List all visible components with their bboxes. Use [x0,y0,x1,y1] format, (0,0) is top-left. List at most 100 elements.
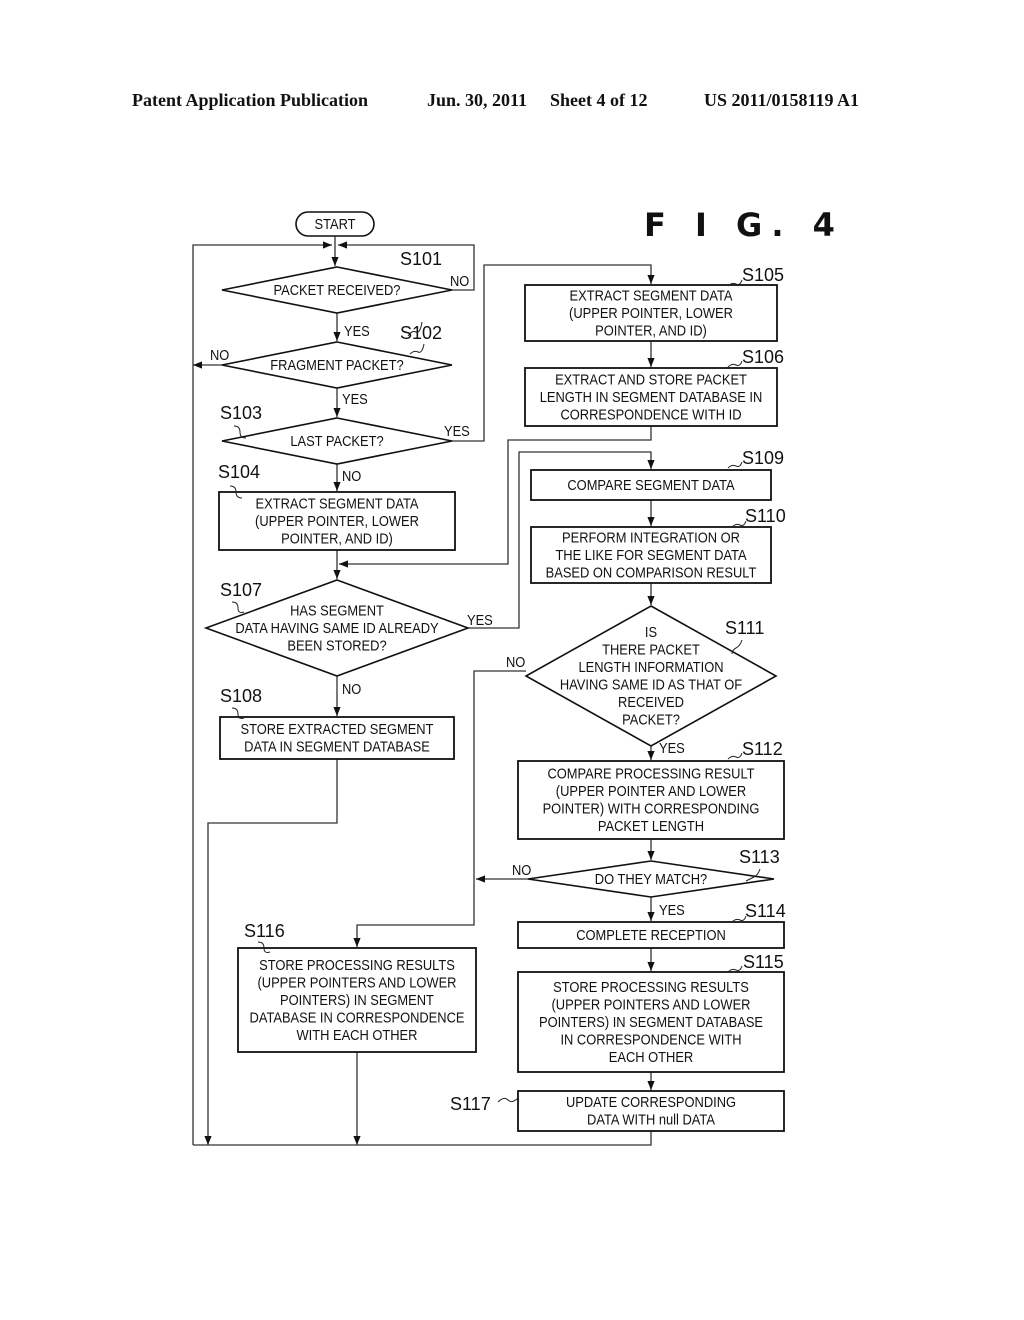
edge-label-s111-no: NO [506,653,525,670]
edge-label-s101-yes: YES [344,322,370,339]
edge-label-s101-no: NO [450,272,469,289]
step-leader [731,520,747,528]
node-s114: COMPLETE RECEPTION [517,921,785,949]
node-s104: EXTRACT SEGMENT DATA(UPPER POINTER, LOWE… [218,491,456,551]
node-text-line: (UPPER POINTER, LOWER [569,304,733,321]
step-leader [727,360,743,368]
step-leader [731,915,747,923]
node-start: START [295,211,375,237]
node-text-line: STORE EXTRACTED SEGMENT [240,720,433,737]
node-text-line: (UPPER POINTERS AND LOWER [552,996,751,1013]
step-leader [727,752,743,760]
node-text-line: POINTER, AND ID) [595,322,707,339]
edge-label-s102-yes: YES [342,390,368,407]
edge-label-s107-yes: YES [467,611,493,628]
node-text-line: PACKET RECEIVED? [274,281,401,298]
node-text-line: STORE PROCESSING RESULTS [553,978,749,995]
edge-label-s103-no: NO [342,467,361,484]
node-text-line: CORRESPONDENCE WITH ID [560,406,741,423]
node-s117: UPDATE CORRESPONDINGDATA WITH null DATA [517,1090,785,1132]
node-text-line: EXTRACT SEGMENT DATA [570,287,734,304]
node-s102: FRAGMENT PACKET? [221,341,453,389]
node-text-line: POINTERS) IN SEGMENT DATABASE [539,1013,763,1030]
node-text-line: PACKET? [622,711,680,728]
edge-s117-return [193,1131,652,1146]
node-text-line: DATA IN SEGMENT DATABASE [244,738,430,755]
step-leader [497,1097,519,1103]
step-label-s107: S107 [220,580,262,600]
node-text-line: LENGTH IN SEGMENT DATABASE IN [540,388,763,405]
node-text-line: POINTER, AND ID) [281,530,393,547]
node-s106: EXTRACT AND STORE PACKETLENGTH IN SEGMEN… [524,367,778,427]
node-text-line: POINTERS) IN SEGMENT [280,991,434,1008]
node-text-line: IS [645,623,657,640]
step-leader [409,343,425,355]
node-text-line: (UPPER POINTER, LOWER [255,512,419,529]
node-s105: EXTRACT SEGMENT DATA(UPPER POINTER, LOWE… [524,284,778,342]
edge-label-s111-yes: YES [659,739,685,756]
node-text-line: FRAGMENT PACKET? [270,356,404,373]
node-text-line: LENGTH INFORMATION [578,658,723,675]
node-s115: STORE PROCESSING RESULTS(UPPER POINTERS … [517,971,785,1073]
step-label-s113: S113 [739,847,780,867]
step-label-s116: S116 [244,921,285,941]
node-text-line: EXTRACT AND STORE PACKET [555,371,747,388]
node-s101: PACKET RECEIVED? [221,266,453,314]
edge-label-s102-no: NO [210,346,229,363]
node-text-line: (UPPER POINTER AND LOWER [556,782,746,799]
step-leader [231,601,245,613]
node-text-line: IN CORRESPONDENCE WITH [560,1031,741,1048]
node-text-line: BASED ON COMPARISON RESULT [546,564,757,581]
step-leader [727,461,743,469]
node-text-line: RECEIVED [618,693,684,710]
step-label-s115: S115 [743,952,784,972]
node-text-line: BEEN STORED? [287,637,386,654]
step-label-s108: S108 [220,686,262,706]
node-s110: PERFORM INTEGRATION ORTHE LIKE FOR SEGME… [530,526,772,584]
node-text-line: UPDATE CORRESPONDING [566,1093,736,1110]
node-text-line: POINTER) WITH CORRESPONDING [543,800,760,817]
node-text-line: LAST PACKET? [290,432,384,449]
step-label-s104: S104 [218,462,260,482]
node-text-line: COMPARE SEGMENT DATA [567,476,735,493]
edge-label-s113-yes: YES [659,901,685,918]
step-label-s110: S110 [745,506,786,526]
node-text-line: START [314,215,355,232]
node-text-line: EXTRACT SEGMENT DATA [256,495,420,512]
node-s112: COMPARE PROCESSING RESULT(UPPER POINTER … [517,760,785,840]
edge-label-s103-yes: YES [444,422,470,439]
node-s108: STORE EXTRACTED SEGMENTDATA IN SEGMENT D… [219,716,455,760]
node-s113: DO THEY MATCH? [527,860,775,898]
edge-label-s107-no: NO [342,680,361,697]
flowchart: START PACKET RECEIVED? FRAGMENT PACKET? LAS… [192,211,786,1146]
step-label-s114: S114 [745,901,786,921]
step-label-s101: S101 [400,249,442,269]
node-text-line: PACKET LENGTH [598,817,704,834]
step-label-s109: S109 [742,448,784,468]
edge-s111-no-s116 [353,670,526,947]
node-text-line: (UPPER POINTERS AND LOWER [258,974,457,991]
step-label-s112: S112 [742,739,783,759]
step-label-s103: S103 [220,403,262,423]
node-text-line: DATA HAVING SAME ID ALREADY [235,619,439,636]
node-text-line: HAVING SAME ID AS THAT OF [560,676,742,693]
node-text-line: THE LIKE FOR SEGMENT DATA [555,546,747,563]
step-label-s105: S105 [742,265,784,285]
node-text-line: THERE PACKET [602,641,700,658]
step-label-s106: S106 [742,347,784,367]
node-text-line: HAS SEGMENT [290,602,384,619]
node-s103: LAST PACKET? [221,417,453,465]
edge-label-s113-no: NO [512,861,531,878]
node-text-line: EACH OTHER [609,1048,693,1065]
step-label-s111: S111 [725,618,764,638]
node-text-line: DATABASE IN CORRESPONDENCE [250,1009,465,1026]
node-text-line: STORE PROCESSING RESULTS [259,956,455,973]
node-text-line: DO THEY MATCH? [595,870,708,887]
node-text-line: COMPLETE RECEPTION [576,926,726,943]
node-text-line: COMPARE PROCESSING RESULT [547,765,755,782]
node-s109: COMPARE SEGMENT DATA [530,469,772,501]
node-s116: STORE PROCESSING RESULTS(UPPER POINTERS … [237,947,477,1053]
node-text-line: PERFORM INTEGRATION OR [562,529,740,546]
step-leader [727,965,743,973]
node-text-line: DATA WITH null DATA [587,1111,715,1128]
